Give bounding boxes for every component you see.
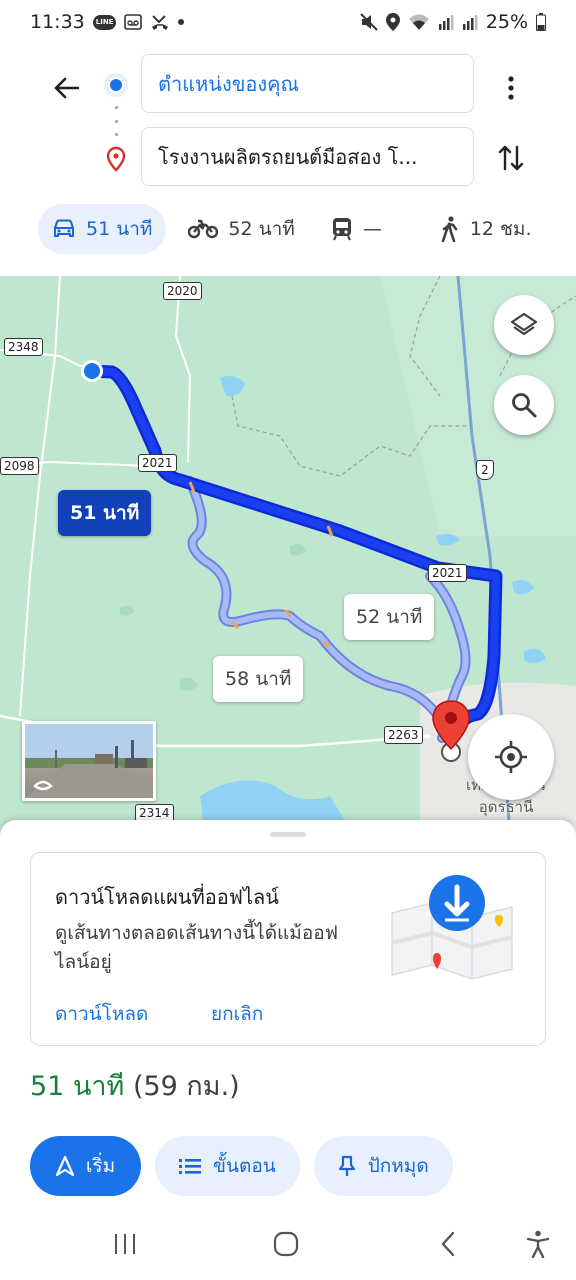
street-view-photo xyxy=(25,724,153,798)
directions-header: ตำแหน่งของคุณ โรงงานผลิตรถยนต์มือสอง โ..… xyxy=(0,44,576,276)
layers-button[interactable] xyxy=(494,295,554,355)
mode-driving[interactable]: 51 นาที xyxy=(38,204,167,254)
home-button[interactable] xyxy=(266,1224,306,1264)
start-navigation-button[interactable]: เริ่ม xyxy=(30,1136,141,1196)
road-label-2098: 2098 xyxy=(0,457,39,475)
more-vert-icon xyxy=(508,76,514,100)
motorcycle-icon xyxy=(188,219,219,239)
origin-field[interactable]: ตำแหน่งของคุณ xyxy=(141,54,474,113)
offline-card-title: ดาวน์โหลดแผนที่ออฟไลน์ xyxy=(55,885,279,909)
route-bottom-sheet: ดาวน์โหลดแผนที่ออฟไลน์ ดูเส้นทางตลอดเส้น… xyxy=(0,820,576,1280)
arrow-back-icon xyxy=(54,77,79,99)
offline-map-card: ดาวน์โหลดแผนที่ออฟไลน์ ดูเส้นทางตลอดเส้น… xyxy=(30,852,546,1046)
destination-marker-icon[interactable] xyxy=(430,699,472,755)
car-icon xyxy=(54,219,74,237)
home-icon xyxy=(273,1231,299,1257)
missed-call-icon xyxy=(150,13,170,31)
swap-button[interactable] xyxy=(492,136,530,180)
destination-text: โรงงานผลิตรถยนต์มือสอง โ... xyxy=(158,144,418,169)
offline-map-illustration-icon xyxy=(391,875,513,980)
mode-driving-label: 51 นาที xyxy=(86,218,153,240)
road-label-2020: 2020 xyxy=(163,282,202,300)
mute-icon xyxy=(360,13,378,31)
steps-button[interactable]: ขั้นตอน xyxy=(155,1136,300,1196)
status-bar: 11:33 LINE 25% xyxy=(0,0,576,44)
origin-dot-icon xyxy=(104,73,128,97)
pin-label: ปักหมุด xyxy=(367,1155,429,1177)
action-buttons: เริ่ม ขั้นตอน ปักหมุด xyxy=(30,1136,453,1196)
search-along-route-button[interactable] xyxy=(494,375,554,435)
street-view-thumbnail[interactable] xyxy=(22,721,156,801)
back-nav-button[interactable] xyxy=(428,1224,468,1264)
route-distance: (59 กม.) xyxy=(132,1071,240,1102)
mode-motorcycle[interactable]: 52 นาที xyxy=(174,204,308,254)
more-options-button[interactable] xyxy=(494,66,528,110)
offline-card-description: ดูเส้นทางตลอดเส้นทางนี้ได้แม้ออฟไลน์อยู่ xyxy=(55,922,339,973)
location-icon xyxy=(385,13,400,31)
signal-icon-2 xyxy=(462,14,478,30)
notification-dot xyxy=(178,19,185,25)
battery-percent: 25% xyxy=(485,11,528,33)
accessibility-button[interactable] xyxy=(518,1224,558,1264)
recents-icon xyxy=(115,1234,135,1254)
mode-transit-label: — xyxy=(362,218,382,240)
destination-pin-icon xyxy=(104,146,128,176)
drag-handle[interactable] xyxy=(270,832,306,837)
route-duration: 51 นาที xyxy=(30,1071,125,1102)
recent-apps-button[interactable] xyxy=(105,1224,145,1264)
highway-shield: 2 xyxy=(476,460,494,480)
my-location-icon xyxy=(495,741,527,773)
walk-icon xyxy=(441,216,458,242)
transit-icon xyxy=(332,218,351,241)
road-label-2263: 2263 xyxy=(384,726,423,744)
pin-button[interactable]: ปักหมุด xyxy=(313,1136,453,1196)
mode-walking-label: 12 ชม. xyxy=(469,218,532,240)
line-app-icon: LINE xyxy=(92,14,117,30)
route-tag-primary[interactable]: 51 นาที xyxy=(58,490,152,536)
origin-text: ตำแหน่งของคุณ xyxy=(158,71,300,96)
my-location-button[interactable] xyxy=(468,714,554,800)
voicemail-icon xyxy=(124,14,143,30)
back-button[interactable] xyxy=(44,66,88,110)
battery-icon xyxy=(536,13,546,31)
route-tag-alt-58[interactable]: 58 นาที xyxy=(213,656,304,702)
list-icon xyxy=(179,1159,201,1174)
map-view[interactable]: 2020 2348 2098 2021 2021 2263 2314 2 51 … xyxy=(0,276,576,836)
navigation-icon xyxy=(55,1156,74,1176)
route-tag-alt-52[interactable]: 52 นาที xyxy=(344,594,435,640)
system-nav-bar xyxy=(0,1208,576,1280)
travel-modes: 51 นาที 52 นาที — 12 ชม. xyxy=(38,204,546,254)
mode-transit[interactable]: — xyxy=(317,204,396,254)
search-icon xyxy=(512,393,537,418)
road-label-2348: 2348 xyxy=(4,338,43,356)
wifi-icon xyxy=(408,13,430,31)
road-label-2021-east: 2021 xyxy=(428,564,467,582)
status-time: 11:33 xyxy=(30,11,85,33)
accessibility-icon xyxy=(526,1230,550,1258)
layers-icon xyxy=(510,312,538,336)
road-label-2021-west: 2021 xyxy=(138,454,177,472)
download-button[interactable]: ดาวน์โหลด xyxy=(55,999,148,1029)
connector-dots xyxy=(114,106,118,136)
route-summary: 51 นาที (59 กม.) xyxy=(30,1064,240,1107)
signal-icon-1 xyxy=(438,14,454,30)
mode-motorcycle-label: 52 นาที xyxy=(228,218,295,240)
destination-field[interactable]: โรงงานผลิตรถยนต์มือสอง โ... xyxy=(141,127,474,186)
pin-icon xyxy=(338,1155,355,1176)
chevron-left-icon xyxy=(441,1231,455,1257)
swap-vert-icon xyxy=(498,145,524,171)
start-label: เริ่ม xyxy=(85,1155,116,1177)
mode-walking[interactable]: 12 ชม. xyxy=(426,204,546,254)
steps-label: ขั้นตอน xyxy=(213,1155,276,1177)
dismiss-button[interactable]: ยกเลิก xyxy=(211,999,263,1029)
